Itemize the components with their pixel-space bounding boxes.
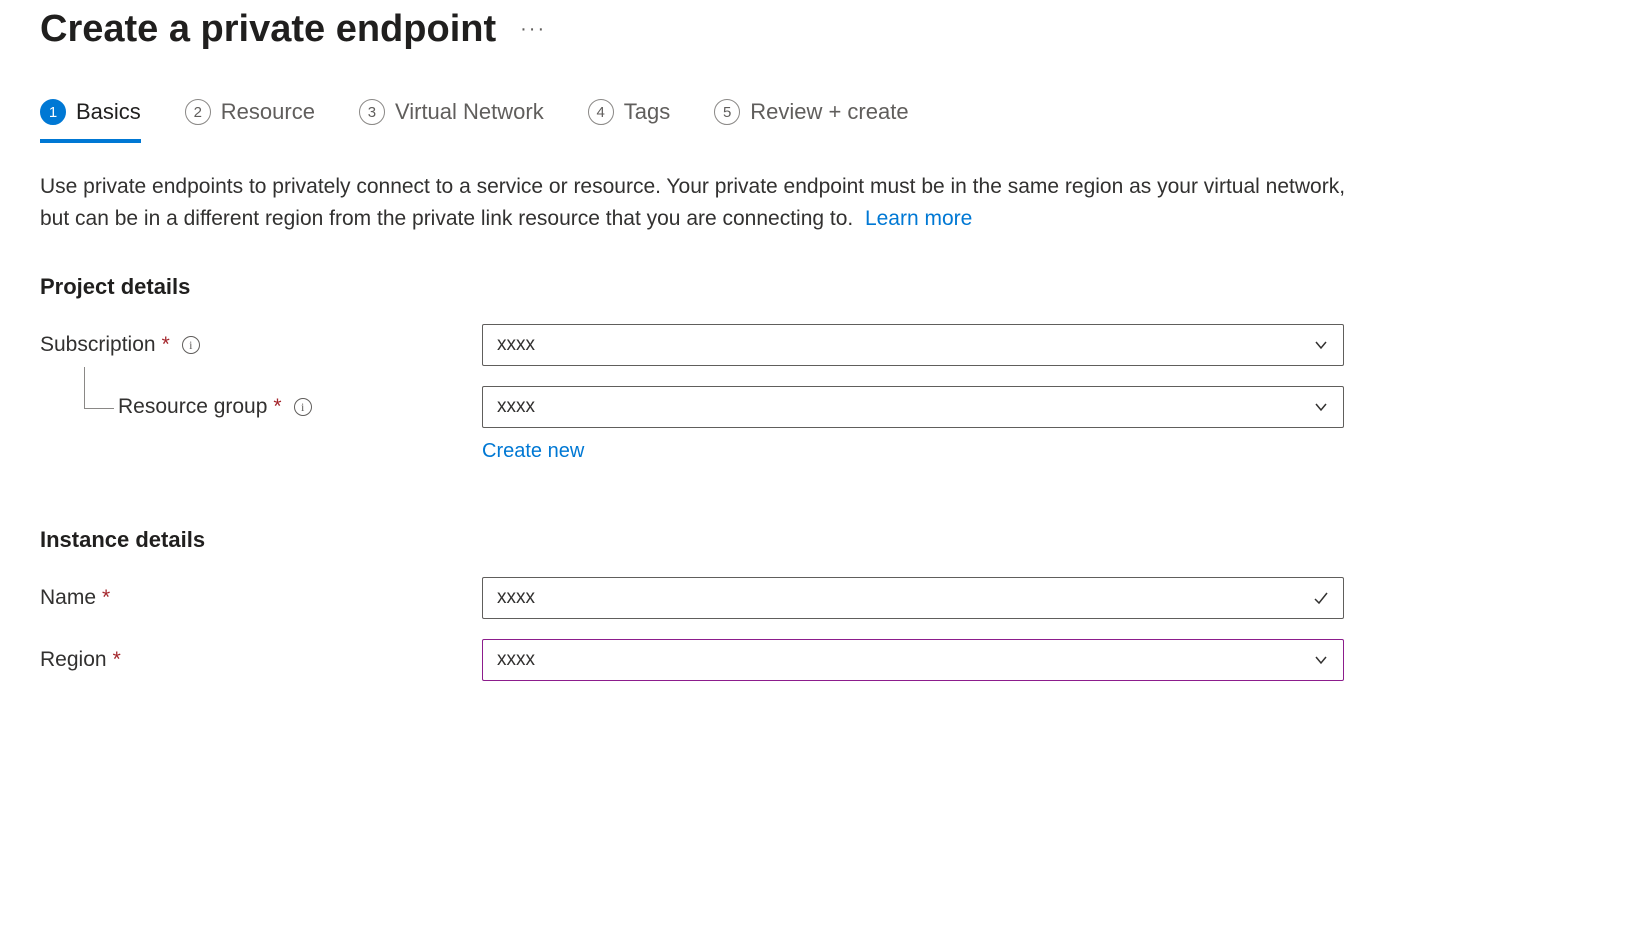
wizard-tabs: 1 Basics 2 Resource 3 Virtual Network 4 … bbox=[40, 99, 1608, 143]
tab-label: Review + create bbox=[750, 99, 908, 125]
tab-basics[interactable]: 1 Basics bbox=[40, 99, 141, 143]
chevron-down-icon bbox=[1313, 337, 1329, 353]
chevron-down-icon bbox=[1313, 652, 1329, 668]
info-icon[interactable]: i bbox=[182, 336, 200, 354]
more-actions-icon[interactable]: ··· bbox=[520, 18, 546, 41]
step-number-icon: 3 bbox=[359, 99, 385, 125]
page-title: Create a private endpoint bbox=[40, 8, 496, 51]
page-description: Use private endpoints to privately conne… bbox=[40, 171, 1360, 234]
tab-virtual-network[interactable]: 3 Virtual Network bbox=[359, 99, 544, 143]
name-label: Name * bbox=[40, 586, 482, 610]
chevron-down-icon bbox=[1313, 399, 1329, 415]
step-number-icon: 2 bbox=[185, 99, 211, 125]
region-dropdown[interactable]: xxxx bbox=[482, 639, 1344, 681]
project-details-heading: Project details bbox=[40, 274, 1608, 300]
resource-group-value: xxxx bbox=[497, 396, 535, 418]
step-number-icon: 4 bbox=[588, 99, 614, 125]
checkmark-icon bbox=[1313, 590, 1329, 606]
region-label: Region * bbox=[40, 648, 482, 672]
step-number-icon: 5 bbox=[714, 99, 740, 125]
tab-label: Tags bbox=[624, 99, 670, 125]
name-input[interactable]: xxxx bbox=[482, 577, 1344, 619]
subscription-label: Subscription * i bbox=[40, 333, 482, 357]
tab-label: Resource bbox=[221, 99, 315, 125]
info-icon[interactable]: i bbox=[294, 398, 312, 416]
tab-label: Virtual Network bbox=[395, 99, 544, 125]
tab-review-create[interactable]: 5 Review + create bbox=[714, 99, 908, 143]
tab-tags[interactable]: 4 Tags bbox=[588, 99, 670, 143]
name-value: xxxx bbox=[497, 587, 535, 609]
required-indicator: * bbox=[113, 648, 121, 672]
subscription-dropdown[interactable]: xxxx bbox=[482, 324, 1344, 366]
required-indicator: * bbox=[273, 395, 281, 419]
tab-label: Basics bbox=[76, 99, 141, 125]
tab-resource[interactable]: 2 Resource bbox=[185, 99, 315, 143]
instance-details-heading: Instance details bbox=[40, 527, 1608, 553]
region-value: xxxx bbox=[497, 649, 535, 671]
learn-more-link[interactable]: Learn more bbox=[865, 207, 972, 230]
required-indicator: * bbox=[102, 586, 110, 610]
create-new-link[interactable]: Create new bbox=[482, 440, 584, 462]
subscription-value: xxxx bbox=[497, 334, 535, 356]
step-number-icon: 1 bbox=[40, 99, 66, 125]
resource-group-label: Resource group * i bbox=[40, 395, 482, 419]
indent-connector-icon bbox=[84, 367, 114, 409]
resource-group-dropdown[interactable]: xxxx bbox=[482, 386, 1344, 428]
required-indicator: * bbox=[162, 333, 170, 357]
